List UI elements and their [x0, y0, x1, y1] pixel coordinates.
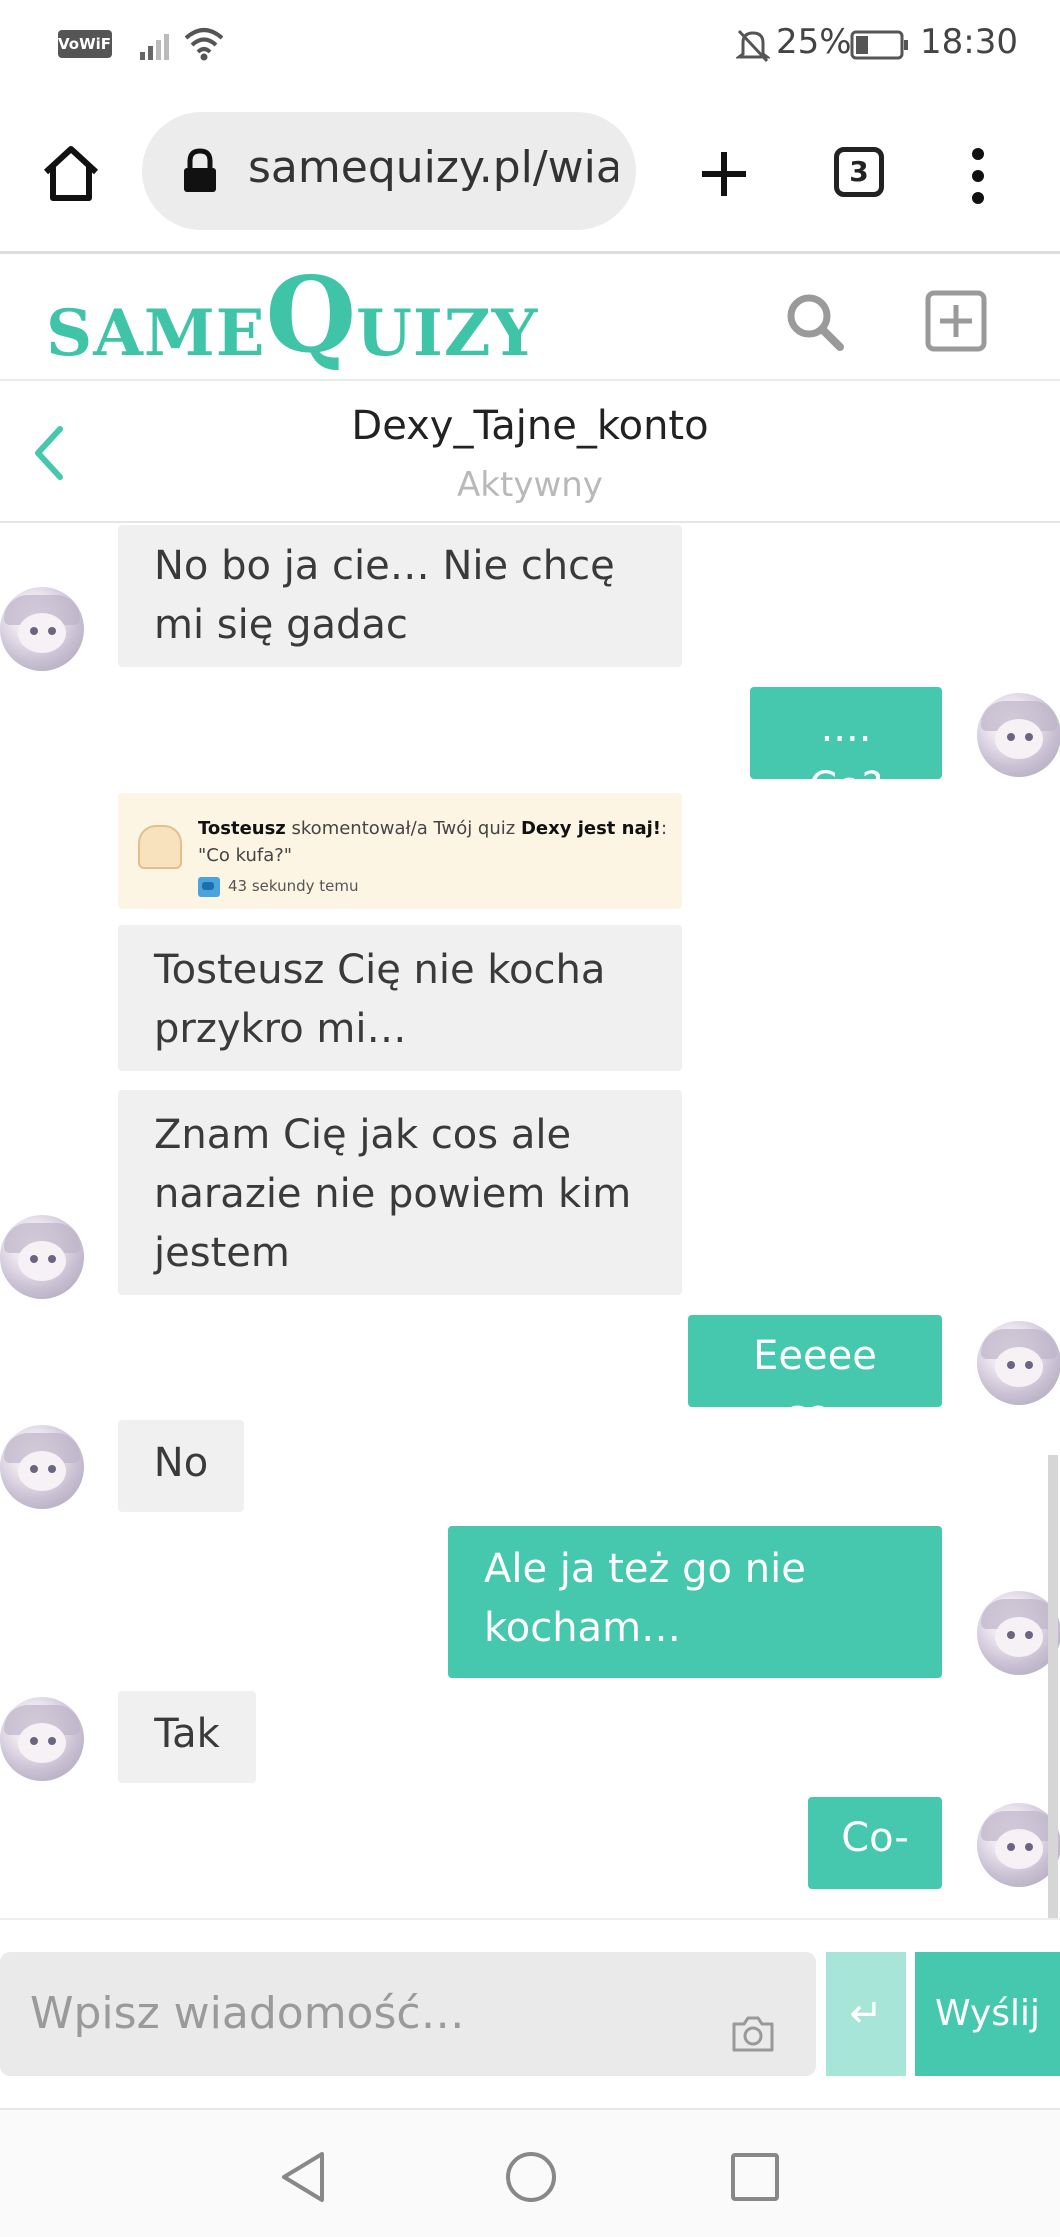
incoming-message: No	[118, 1420, 244, 1512]
vowifi-indicator: VoWiFi	[58, 30, 116, 58]
contact-avatar	[0, 1215, 84, 1299]
notification-comment: "Co kufa?"	[198, 845, 293, 866]
status-bar: VoWiFi 25% 18:30	[0, 0, 1060, 92]
outgoing-message: Eeeee co-	[688, 1315, 942, 1438]
wifi-icon	[184, 28, 224, 61]
clock: 18:30	[920, 22, 1018, 62]
notification-colon: :	[661, 818, 668, 839]
tab-switcher-button[interactable]: 3	[834, 147, 884, 197]
enter-toggle-button[interactable]: ↵	[826, 1952, 906, 2076]
incoming-message: Znam Cię jak cos ale narazie nie powiem …	[118, 1090, 682, 1295]
message-list[interactable]: No bo ja cie… Nie chcę mi się gadac ....…	[0, 525, 1060, 1915]
chat-contact-status: Aktywny	[457, 465, 603, 505]
chat-header: Dexy_Tajne_konto Aktywny	[0, 383, 1060, 523]
scrollbar[interactable]	[1048, 1455, 1058, 1920]
system-nav-bar	[0, 2108, 1060, 2237]
contact-avatar	[0, 1697, 84, 1781]
user-avatar	[977, 693, 1060, 777]
back-nav-icon[interactable]	[278, 2150, 328, 2204]
browser-toolbar: samequizy.pl/wia 3	[0, 92, 1060, 254]
user-avatar	[977, 1321, 1060, 1405]
chat-contact-name: Dexy_Tajne_konto	[351, 403, 709, 449]
outgoing-message: Co-	[808, 1797, 942, 1889]
toast-icon	[138, 825, 182, 869]
comment-icon	[198, 877, 220, 897]
battery-icon	[850, 30, 908, 60]
notification-text: Tosteusz skomentował/a Twój quiz Dexy je…	[198, 815, 678, 869]
notification-quiz: Dexy jest naj!	[520, 818, 662, 839]
mute-notifications-icon	[736, 29, 770, 63]
add-quiz-icon[interactable]	[924, 289, 988, 353]
home-nav-icon[interactable]	[504, 2150, 558, 2204]
notification-user: Tosteusz	[198, 818, 286, 839]
message-composer: Wpisz wiadomość… ↵ Wyślij	[0, 1918, 1060, 2108]
send-button[interactable]: Wyślij	[915, 1952, 1060, 2076]
incoming-message: No bo ja cie… Nie chcę mi się gadac	[118, 525, 682, 667]
notification-time: 43 sekundy temu	[228, 877, 359, 895]
incoming-message: Tak	[118, 1691, 256, 1783]
outgoing-message: Ale ja też go nie kocham…	[448, 1526, 942, 1678]
notification-card[interactable]: Tosteusz skomentował/a Twój quiz Dexy je…	[118, 793, 682, 909]
message-input[interactable]: Wpisz wiadomość…	[0, 1952, 816, 2076]
home-icon[interactable]	[40, 142, 102, 204]
contact-avatar	[0, 587, 84, 671]
menu-dots-icon[interactable]	[966, 146, 990, 206]
samequizy-logo[interactable]: SAMEQUIZY	[46, 263, 538, 373]
contact-avatar	[0, 1425, 84, 1509]
site-header: SAMEQUIZY	[0, 257, 1060, 381]
outgoing-message: .... Co?	[750, 687, 942, 810]
recents-nav-icon[interactable]	[730, 2152, 780, 2202]
new-tab-icon[interactable]	[698, 148, 750, 200]
url-text: samequizy.pl/wia	[248, 142, 618, 193]
incoming-message: Tosteusz Cię nie kocha przykro mi…	[118, 925, 682, 1071]
battery-percent: 25%	[776, 22, 852, 62]
notification-action: skomentował/a Twój quiz	[285, 818, 521, 839]
address-bar[interactable]: samequizy.pl/wia	[142, 112, 636, 230]
signal-icon	[140, 34, 169, 60]
message-input-placeholder: Wpisz wiadomość…	[30, 1988, 465, 2039]
search-icon[interactable]	[784, 291, 846, 353]
lock-icon	[184, 148, 216, 192]
camera-icon[interactable]	[730, 2014, 776, 2054]
